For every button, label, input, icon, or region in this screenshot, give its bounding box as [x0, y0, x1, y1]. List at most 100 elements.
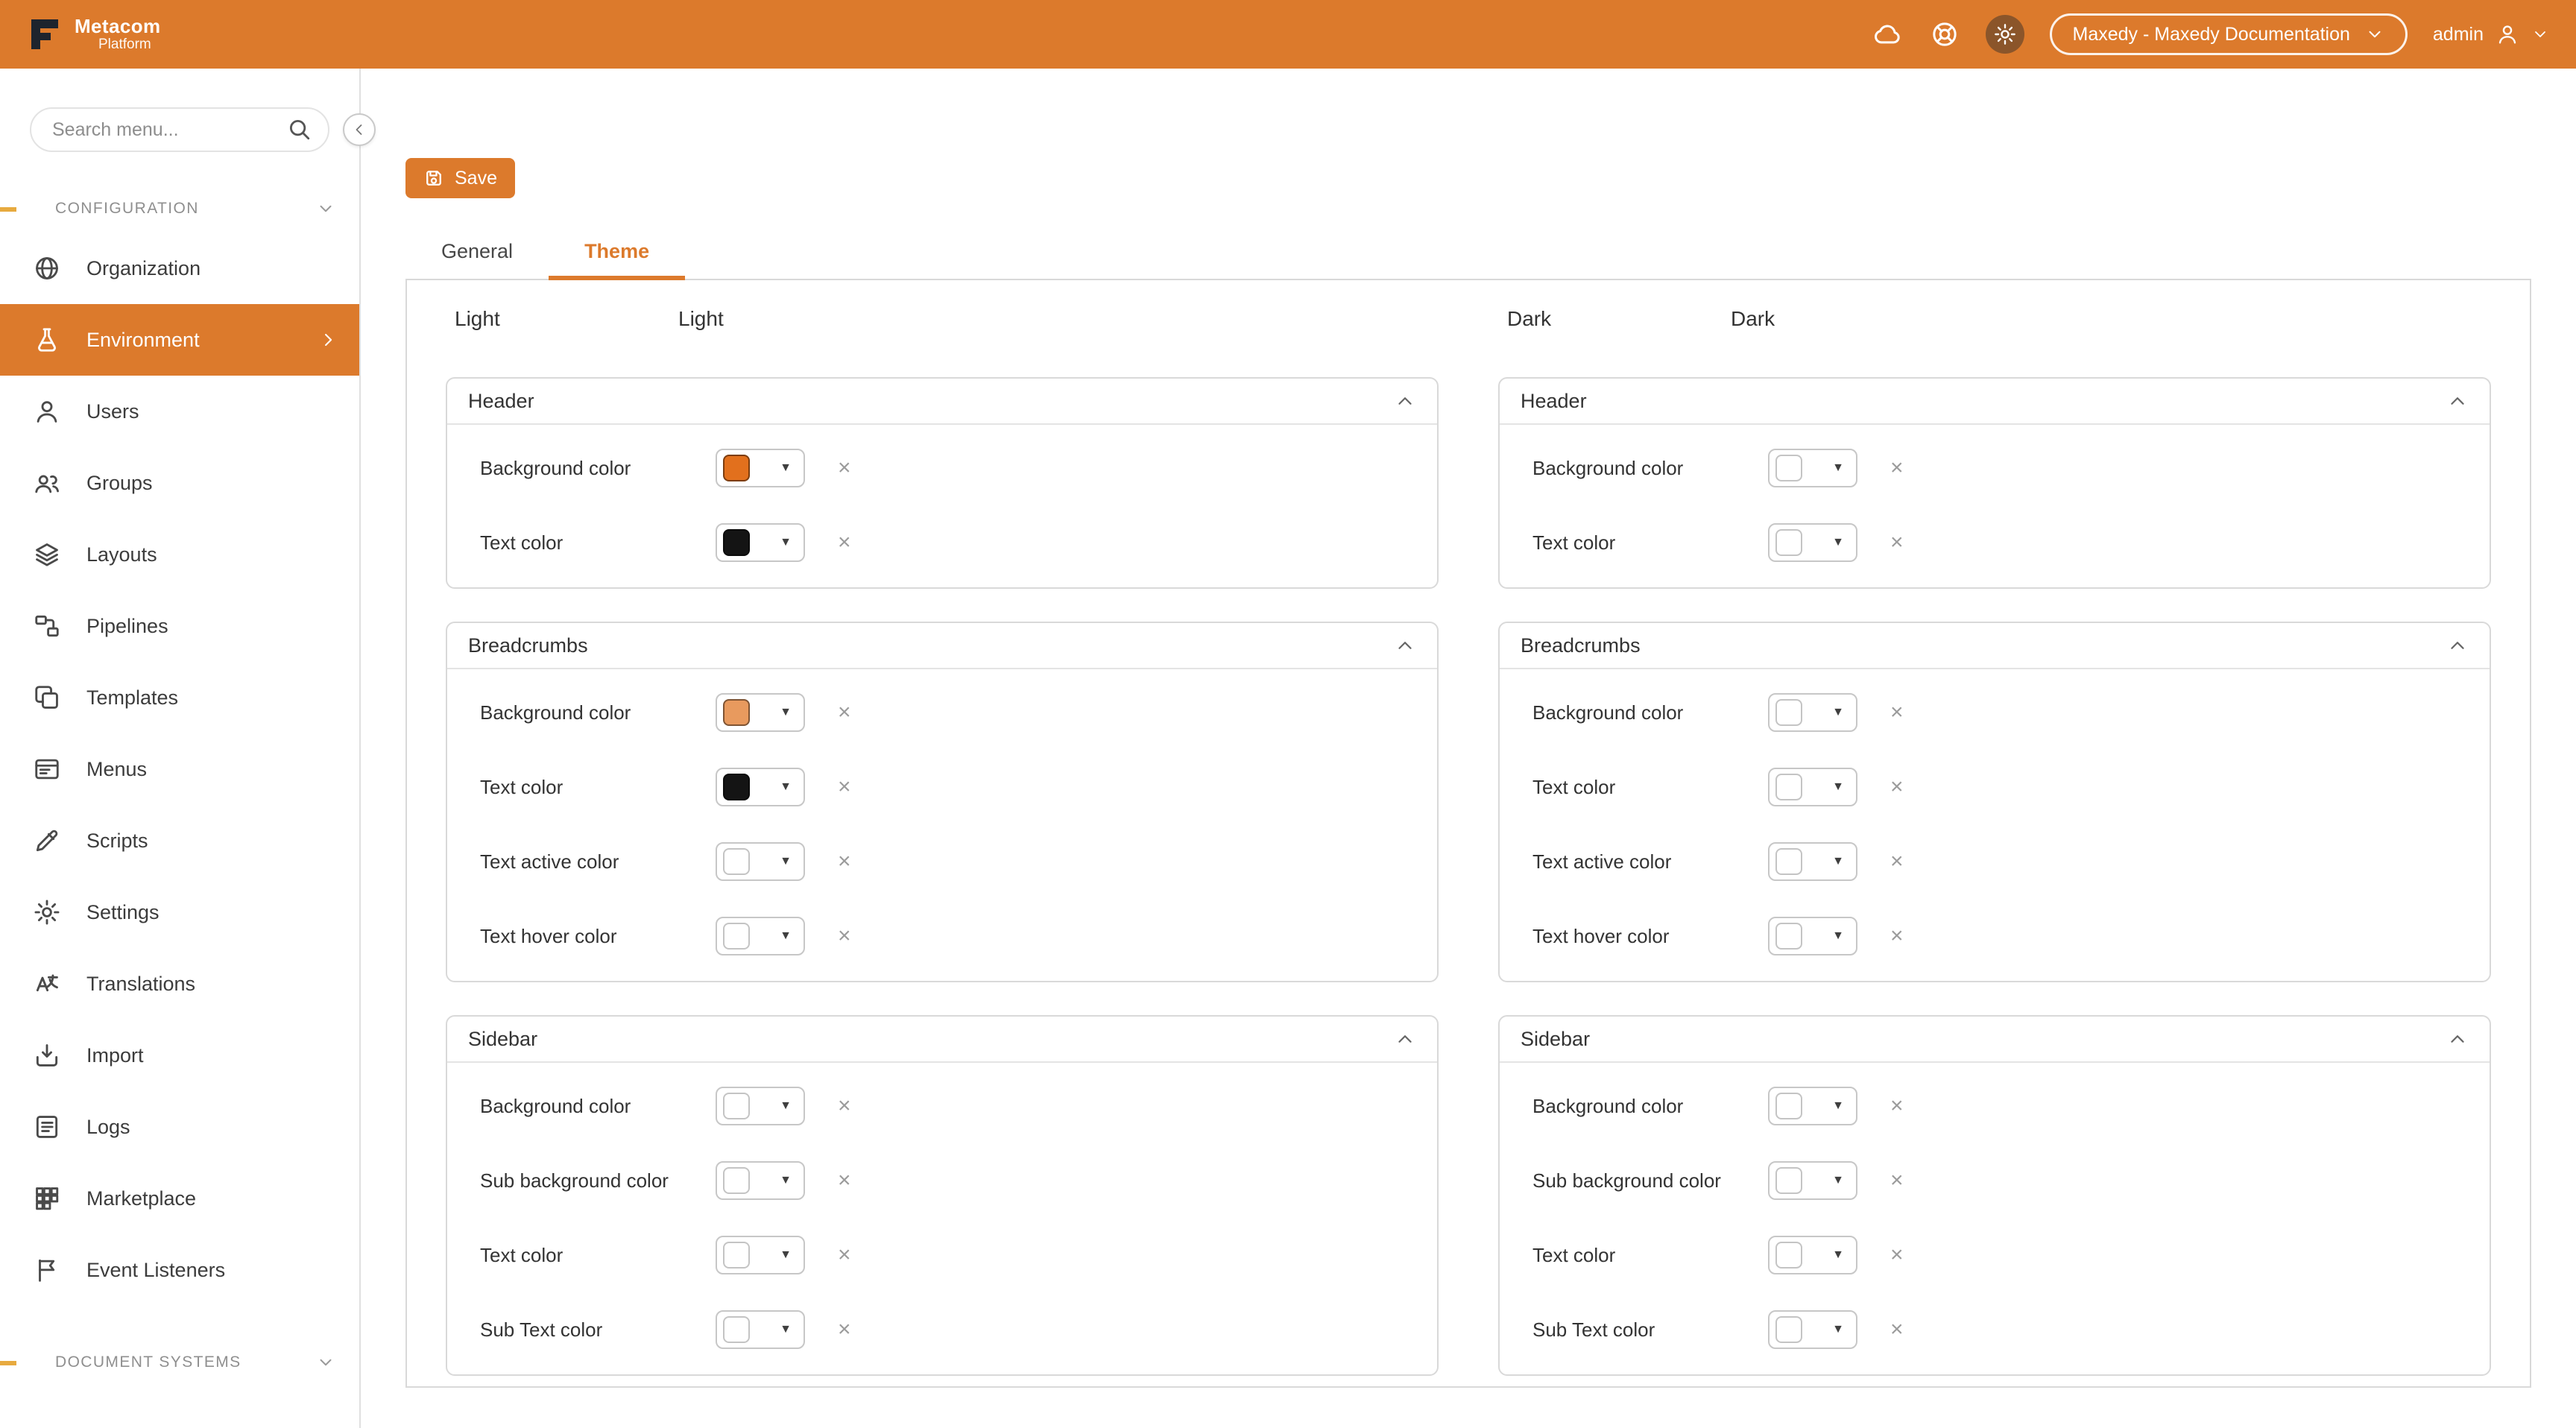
clear-icon[interactable]: × [838, 701, 851, 724]
color-picker[interactable]: ▼ [716, 1161, 805, 1200]
save-button[interactable]: Save [405, 158, 515, 198]
color-picker[interactable]: ▼ [1768, 693, 1857, 732]
tab-general[interactable]: General [405, 227, 549, 280]
cloud-icon[interactable] [1872, 19, 1904, 50]
card-header: Sidebar [447, 1017, 1437, 1063]
color-row-text-color: Text color▼× [447, 1218, 1437, 1292]
dropdown-caret-icon: ▼ [1832, 1324, 1844, 1336]
sidebar-item-marketplace[interactable]: Marketplace [0, 1163, 359, 1234]
clear-icon[interactable]: × [838, 1169, 851, 1192]
color-swatch [723, 699, 750, 726]
color-swatch [1775, 529, 1802, 556]
sidebar-item-settings[interactable]: Settings [0, 876, 359, 948]
sidebar-item-menus[interactable]: Menus [0, 733, 359, 805]
color-picker[interactable]: ▼ [1768, 1310, 1857, 1349]
sidebar-item-label: Import [86, 1044, 144, 1067]
collapse-card-icon[interactable] [1394, 390, 1416, 412]
sidebar-collapse-button[interactable] [343, 113, 376, 146]
tab-bar: General Theme [405, 227, 2531, 280]
color-swatch [1775, 1093, 1802, 1119]
clear-icon[interactable]: × [1890, 1169, 1904, 1192]
color-row-label: Text hover color [480, 925, 716, 948]
sidebar-item-logs[interactable]: Logs [0, 1091, 359, 1163]
theme-card-light-breadcrumbs: BreadcrumbsBackground color▼×Text color▼… [446, 622, 1439, 982]
color-picker[interactable]: ▼ [716, 523, 805, 562]
clear-icon[interactable]: × [838, 1318, 851, 1341]
color-picker[interactable]: ▼ [716, 842, 805, 881]
color-row-label: Text color [1532, 1244, 1768, 1267]
sidebar-section-configuration[interactable]: CONFIGURATION [0, 197, 359, 221]
sidebar-item-organization[interactable]: Organization [0, 233, 359, 304]
sidebar-item-import[interactable]: Import [0, 1020, 359, 1091]
color-picker[interactable]: ▼ [716, 449, 805, 487]
clear-icon[interactable]: × [838, 457, 851, 479]
color-picker[interactable]: ▼ [716, 1087, 805, 1125]
color-picker[interactable]: ▼ [716, 1236, 805, 1274]
search-icon[interactable] [286, 116, 313, 143]
sidebar-item-pipelines[interactable]: Pipelines [0, 590, 359, 662]
search-input[interactable] [30, 107, 329, 152]
clear-icon[interactable]: × [838, 531, 851, 554]
collapse-card-icon[interactable] [2446, 1028, 2469, 1050]
color-picker[interactable]: ▼ [716, 917, 805, 955]
support-icon[interactable] [1929, 19, 1960, 50]
user-menu[interactable]: admin [2433, 22, 2549, 46]
tab-theme[interactable]: Theme [549, 227, 685, 280]
sidebar-item-translations[interactable]: Translations [0, 948, 359, 1020]
clear-icon[interactable]: × [1890, 850, 1904, 873]
clear-icon[interactable]: × [1890, 776, 1904, 798]
collapse-card-icon[interactable] [1394, 634, 1416, 657]
sidebar-section-document-systems[interactable]: DOCUMENT SYSTEMS [0, 1350, 359, 1374]
color-picker[interactable]: ▼ [716, 768, 805, 806]
sidebar-item-environment[interactable]: Environment [0, 304, 359, 376]
sidebar-item-label: Organization [86, 257, 201, 280]
sidebar-item-templates[interactable]: Templates [0, 662, 359, 733]
color-picker[interactable]: ▼ [1768, 1161, 1857, 1200]
color-picker[interactable]: ▼ [1768, 1087, 1857, 1125]
color-row-label: Text color [1532, 531, 1768, 555]
column-header: LightLight [446, 307, 1439, 331]
sidebar-item-event-listeners[interactable]: Event Listeners [0, 1234, 359, 1306]
dropdown-caret-icon: ▼ [1832, 537, 1844, 549]
settings-gear-icon[interactable] [1986, 15, 2024, 54]
clear-icon[interactable]: × [838, 850, 851, 873]
clear-icon[interactable]: × [1890, 925, 1904, 947]
sidebar-item-scripts[interactable]: Scripts [0, 805, 359, 876]
clear-icon[interactable]: × [1890, 1244, 1904, 1266]
color-picker[interactable]: ▼ [1768, 1236, 1857, 1274]
collapse-card-icon[interactable] [2446, 634, 2469, 657]
card-body: Background color▼×Text color▼×Text activ… [1500, 669, 2490, 981]
card-body: Background color▼×Text color▼× [1500, 425, 2490, 587]
sidebar-item-label: Templates [86, 686, 178, 710]
collapse-card-icon[interactable] [2446, 390, 2469, 412]
collapse-card-icon[interactable] [1394, 1028, 1416, 1050]
color-picker[interactable]: ▼ [1768, 449, 1857, 487]
clear-icon[interactable]: × [838, 1244, 851, 1266]
clear-icon[interactable]: × [1890, 1095, 1904, 1117]
sidebar-item-groups[interactable]: Groups [0, 447, 359, 519]
clear-icon[interactable]: × [838, 776, 851, 798]
pipeline-icon [33, 612, 61, 640]
color-picker[interactable]: ▼ [716, 693, 805, 732]
section-accent-dash [0, 1361, 16, 1365]
color-picker[interactable]: ▼ [1768, 917, 1857, 955]
sidebar-item-label: Layouts [86, 543, 157, 566]
clear-icon[interactable]: × [1890, 457, 1904, 479]
logs-icon [33, 1113, 61, 1141]
sidebar-item-layouts[interactable]: Layouts [0, 519, 359, 590]
clear-icon[interactable]: × [1890, 531, 1904, 554]
logo-icon [27, 16, 63, 52]
workspace-selector[interactable]: Maxedy - Maxedy Documentation [2050, 13, 2408, 55]
clear-icon[interactable]: × [838, 925, 851, 947]
color-picker[interactable]: ▼ [1768, 768, 1857, 806]
save-icon [423, 168, 444, 189]
color-row-label: Background color [1532, 701, 1768, 724]
color-picker[interactable]: ▼ [716, 1310, 805, 1349]
sidebar-item-users[interactable]: Users [0, 376, 359, 447]
clear-icon[interactable]: × [1890, 1318, 1904, 1341]
clear-icon[interactable]: × [1890, 701, 1904, 724]
color-picker[interactable]: ▼ [1768, 523, 1857, 562]
color-row-sub-text-color: Sub Text color▼× [1500, 1292, 2490, 1367]
clear-icon[interactable]: × [838, 1095, 851, 1117]
color-picker[interactable]: ▼ [1768, 842, 1857, 881]
